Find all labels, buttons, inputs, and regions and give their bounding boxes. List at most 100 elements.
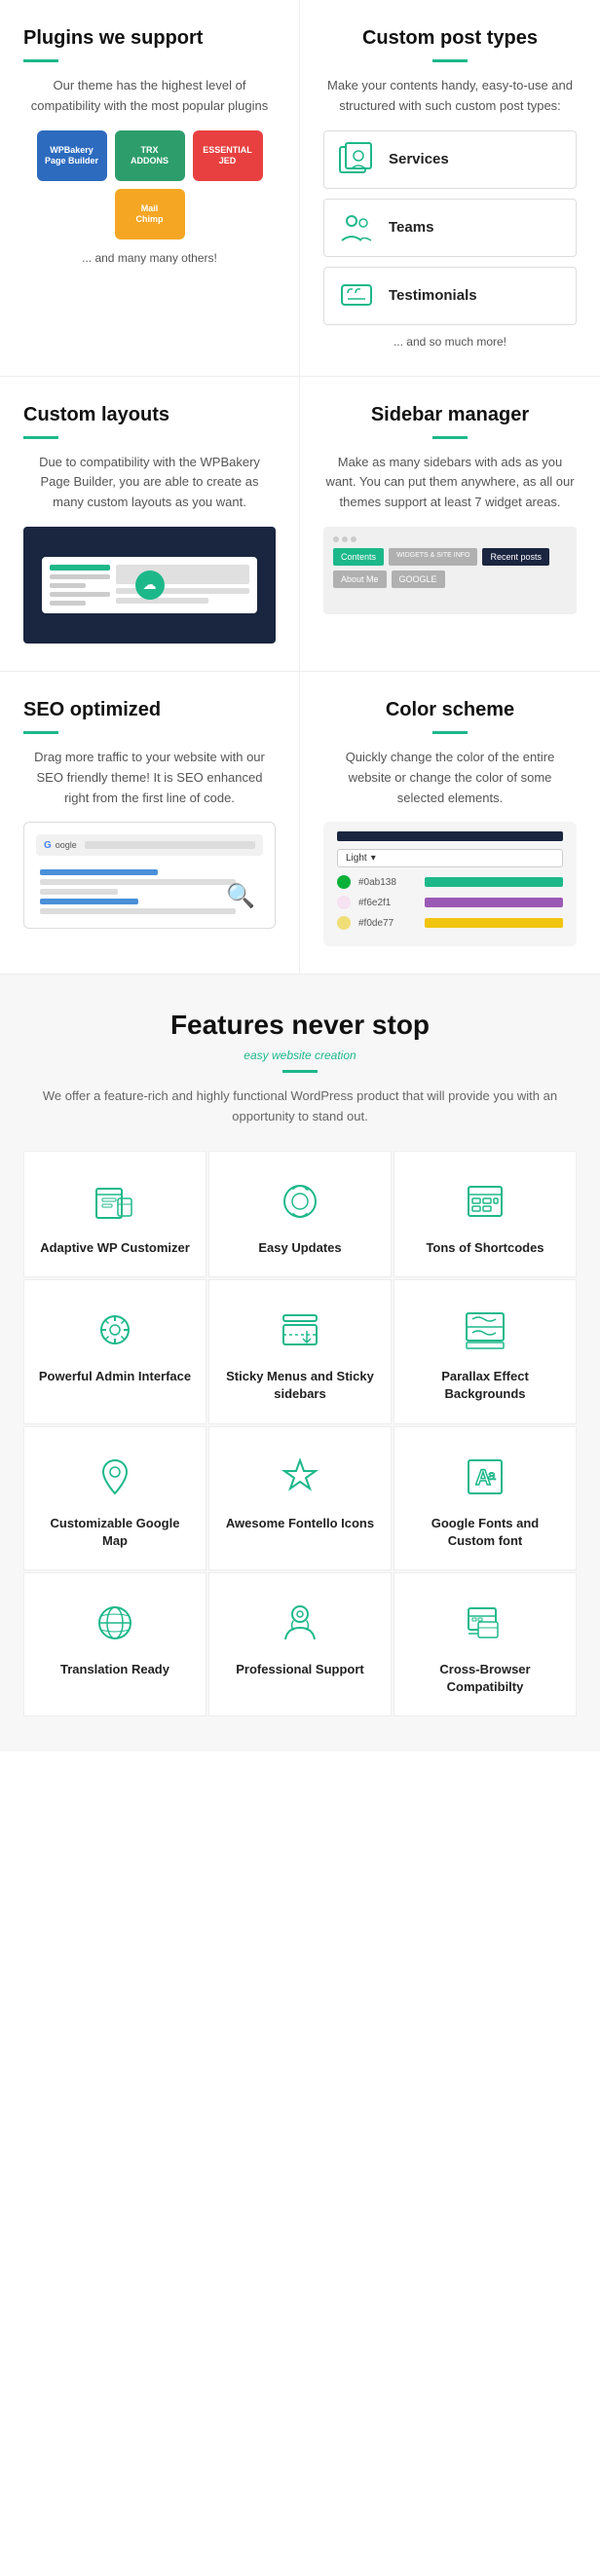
color-row-3: #f0de77 (337, 916, 563, 930)
custom-layouts-section: Custom layouts Due to compatibility with… (0, 377, 300, 671)
feature-fontello-label: Awesome Fontello Icons (226, 1515, 374, 1532)
google-logo: G (44, 840, 52, 851)
color-scheme-section: Color scheme Quickly change the color of… (300, 672, 600, 974)
color-dot-1 (337, 875, 351, 889)
feature-parallax: Parallax Effect Backgrounds (394, 1279, 577, 1423)
seo-google-bar: G oogle (36, 834, 263, 856)
cpt-testimonials-label: Testimonials (389, 287, 477, 304)
sidebar-btn-contents: Contents (333, 548, 384, 566)
color-dot-2 (337, 896, 351, 909)
color-row-2: #f6e2f1 (337, 896, 563, 909)
color-dot-3 (337, 916, 351, 930)
feature-fonts: A a Google Fonts and Custom font (394, 1426, 577, 1570)
sidebar-title: Sidebar manager (323, 404, 577, 426)
feature-admin-label: Powerful Admin Interface (39, 1368, 191, 1385)
feature-parallax-label: Parallax Effect Backgrounds (406, 1368, 564, 1403)
plugin-essential: ESSENTIALJED (193, 130, 263, 181)
color-hex-3: #f0de77 (358, 918, 417, 929)
layouts-desc: Due to compatibility with the WPBakery P… (23, 453, 276, 513)
cross-browser-icon (459, 1597, 511, 1649)
feature-support-label: Professional Support (236, 1661, 363, 1678)
cpt-teams-label: Teams (389, 219, 433, 236)
layouts-title: Custom layouts (23, 404, 276, 426)
plugin-wpbakery: WPBakeryPage Builder (37, 130, 107, 181)
color-bar-3 (425, 918, 563, 928)
color-top-bar (337, 831, 563, 841)
seo-line-4 (40, 899, 138, 904)
feature-translation: Translation Ready (23, 1572, 206, 1716)
plugin-trx: TRXADDONS (115, 130, 185, 181)
seo-line-1 (40, 869, 158, 875)
color-hex-1: #0ab138 (358, 877, 417, 888)
color-bar-1 (425, 877, 563, 887)
seo-section: SEO optimized Drag more traffic to your … (0, 672, 300, 974)
parallax-icon (459, 1304, 511, 1356)
cpt-items: Services Teams Tes (323, 130, 577, 325)
cpt-desc: Make your contents handy, easy-to-use an… (323, 76, 577, 117)
cpt-title: Custom post types (323, 27, 577, 50)
seo-line-2 (40, 879, 236, 885)
adaptive-wp-icon (89, 1175, 141, 1228)
search-bar-fill (85, 841, 255, 849)
color-bar-2 (425, 898, 563, 907)
cpt-services-label: Services (389, 151, 449, 167)
features-subtitle-text: easy website creation (244, 1049, 356, 1062)
features-subtitle: easy website creation (23, 1047, 577, 1064)
dot-2 (342, 536, 348, 542)
feature-cross-browser-label: Cross-Browser Compatibilty (406, 1661, 564, 1696)
dot-3 (351, 536, 356, 542)
color-hex-2: #f6e2f1 (358, 898, 417, 908)
sidebar-btn-widgets: WIDGETS & SITE INFO (389, 548, 477, 566)
features-title: Features never stop (23, 1010, 577, 1041)
seo-lines (40, 869, 236, 914)
dropdown-label: Light (346, 853, 367, 864)
features-desc: We offer a feature-rich and highly funct… (23, 1086, 577, 1127)
cloud-icon: ☁ (135, 570, 165, 600)
cpt-testimonials: Testimonials (323, 267, 577, 325)
plugins-green-line (23, 59, 58, 62)
plugins-section: Plugins we support Our theme has the hig… (0, 0, 300, 376)
svg-text:a: a (488, 1467, 496, 1483)
teams-icon (338, 209, 375, 246)
admin-icon (89, 1304, 141, 1356)
color-dropdown[interactable]: Light ▾ (337, 849, 563, 867)
color-image: Light ▾ #0ab138 #f6e2f1 #f0de77 (323, 822, 577, 946)
color-desc: Quickly change the color of the entire w… (323, 748, 577, 808)
seo-green-line (23, 731, 58, 734)
color-row-1: #0ab138 (337, 875, 563, 889)
features-section: Features never stop easy website creatio… (0, 975, 600, 1751)
feature-easy-updates: Easy Updates (208, 1151, 392, 1277)
feature-google-map-label: Customizable Google Map (36, 1515, 194, 1550)
services-icon (338, 141, 375, 178)
cpt-note: ... and so much more! (323, 335, 577, 349)
feature-adaptive-wp-label: Adaptive WP Customizer (40, 1239, 190, 1257)
feature-sticky-menus: Sticky Menus and Sticky sidebars (208, 1279, 392, 1423)
sidebar-green-line (432, 436, 468, 439)
feature-adaptive-wp: Adaptive WP Customizer (23, 1151, 206, 1277)
color-green-line (432, 731, 468, 734)
layouts-green-line (23, 436, 58, 439)
feature-google-map: Customizable Google Map (23, 1426, 206, 1570)
feature-shortcodes-label: Tons of Shortcodes (426, 1239, 544, 1257)
feature-sticky-menus-label: Sticky Menus and Sticky sidebars (221, 1368, 379, 1403)
features-grid: Adaptive WP Customizer Easy Updates (23, 1151, 577, 1716)
features-green-line (282, 1070, 318, 1073)
sidebar-desc: Make as many sidebars with ads as you wa… (323, 453, 577, 513)
chevron-down-icon: ▾ (371, 853, 376, 864)
easy-updates-icon (274, 1175, 326, 1228)
sidebar-manager-section: Sidebar manager Make as many sidebars wi… (300, 377, 600, 671)
support-icon (274, 1597, 326, 1649)
sticky-menus-icon (274, 1304, 326, 1356)
seo-line-5 (40, 908, 236, 914)
seo-desc: Drag more traffic to your website with o… (23, 748, 276, 808)
google-text: oogle (56, 840, 77, 850)
feature-cross-browser: Cross-Browser Compatibilty (394, 1572, 577, 1716)
testimonials-icon (338, 277, 375, 314)
fonts-icon: A a (459, 1451, 511, 1503)
layouts-image: ☁ (23, 527, 276, 644)
feature-fonts-label: Google Fonts and Custom font (406, 1515, 564, 1550)
dot-1 (333, 536, 339, 542)
color-title: Color scheme (323, 699, 577, 721)
feature-easy-updates-label: Easy Updates (258, 1239, 341, 1257)
cpt-services: Services (323, 130, 577, 189)
